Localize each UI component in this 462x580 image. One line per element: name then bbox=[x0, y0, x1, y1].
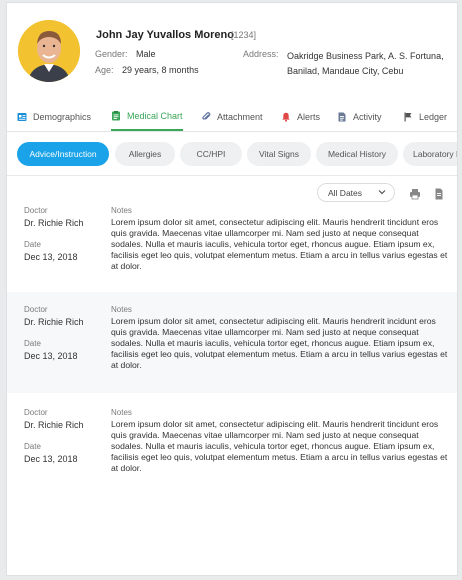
doctor-label: Doctor bbox=[24, 408, 48, 417]
address-label: Address: bbox=[243, 49, 279, 59]
pill-laboratory[interactable]: Laboratory R bbox=[403, 142, 457, 166]
patient-chart-panel: John Jay Yuvallos Moreno [1234] Gender: … bbox=[6, 2, 458, 576]
date-label: Date bbox=[24, 442, 41, 451]
pill-advice-instruction[interactable]: Advice/Instruction bbox=[17, 142, 109, 166]
tab-attachment[interactable]: Attachment bbox=[201, 102, 263, 131]
export-document-icon[interactable] bbox=[433, 187, 445, 200]
gender-field: Gender: Male bbox=[95, 49, 156, 59]
notes-label: Notes bbox=[111, 206, 132, 215]
doctor-name: Dr. Richie Rich bbox=[24, 218, 84, 228]
doctor-name: Dr. Richie Rich bbox=[24, 317, 84, 327]
record-date: Dec 13, 2018 bbox=[24, 454, 78, 464]
chevron-down-icon bbox=[378, 188, 386, 196]
tab-activity-label: Activity bbox=[353, 111, 382, 122]
notes-label: Notes bbox=[111, 408, 132, 417]
notes-text: Lorem ipsum dolor sit amet, consectetur … bbox=[111, 316, 448, 370]
tab-attachment-label: Attachment bbox=[217, 111, 263, 122]
doctor-label: Doctor bbox=[24, 206, 48, 215]
tab-alerts[interactable]: Alerts bbox=[281, 102, 320, 131]
notes-text: Lorem ipsum dolor sit amet, consectetur … bbox=[111, 217, 448, 271]
id-card-icon bbox=[17, 112, 27, 122]
pill-vital-signs[interactable]: Vital Signs bbox=[247, 142, 311, 166]
gender-label: Gender: bbox=[95, 49, 128, 59]
pill-allergies[interactable]: Allergies bbox=[115, 142, 175, 166]
date-filter-select[interactable]: All Dates bbox=[317, 183, 395, 202]
paperclip-icon bbox=[201, 111, 211, 122]
patient-id: [1234] bbox=[231, 30, 257, 40]
pill-medical-history[interactable]: Medical History bbox=[316, 142, 398, 166]
chart-tabs: Demographics Medical Chart Attachment Al… bbox=[7, 102, 457, 132]
age-label: Age: bbox=[95, 65, 114, 75]
note-record: Doctor Dr. Richie Rich Date Dec 13, 2018… bbox=[7, 395, 457, 495]
flag-icon bbox=[403, 112, 413, 122]
divider bbox=[7, 175, 457, 176]
age-value: 29 years, 8 months bbox=[122, 65, 199, 75]
tab-activity[interactable]: Activity bbox=[337, 102, 382, 131]
date-label: Date bbox=[24, 339, 41, 348]
tab-demographics[interactable]: Demographics bbox=[17, 102, 91, 131]
notes-label: Notes bbox=[111, 305, 132, 314]
address-value: Oakridge Business Park, A. S. Fortuna, B… bbox=[287, 51, 444, 76]
clipboard-icon bbox=[111, 110, 121, 121]
tab-alerts-label: Alerts bbox=[297, 111, 321, 122]
doctor-label: Doctor bbox=[24, 305, 48, 314]
tab-medical-chart-label: Medical Chart bbox=[127, 110, 183, 121]
date-label: Date bbox=[24, 240, 41, 249]
note-record: Doctor Dr. Richie Rich Date Dec 13, 2018… bbox=[7, 202, 457, 290]
record-date: Dec 13, 2018 bbox=[24, 252, 78, 262]
note-record: Doctor Dr. Richie Rich Date Dec 13, 2018… bbox=[7, 292, 457, 393]
print-icon[interactable] bbox=[409, 187, 421, 200]
patient-name: John Jay Yuvallos Moreno bbox=[96, 29, 234, 41]
patient-header: John Jay Yuvallos Moreno [1234] Gender: … bbox=[7, 3, 457, 95]
avatar bbox=[18, 20, 80, 82]
pill-cc-hpi[interactable]: CC/HPI bbox=[180, 142, 242, 166]
record-date: Dec 13, 2018 bbox=[24, 351, 78, 361]
tab-ledger[interactable]: Ledger bbox=[403, 102, 447, 131]
gender-value: Male bbox=[136, 49, 156, 59]
age-field: Age: 29 years, 8 months bbox=[95, 65, 199, 75]
tab-medical-chart[interactable]: Medical Chart bbox=[111, 102, 183, 131]
document-icon bbox=[337, 112, 347, 122]
tab-ledger-label: Ledger bbox=[419, 111, 448, 122]
bell-icon bbox=[281, 112, 291, 122]
tab-demographics-label: Demographics bbox=[33, 111, 92, 122]
notes-text: Lorem ipsum dolor sit amet, consectetur … bbox=[111, 419, 448, 473]
category-pills: Advice/Instruction Allergies CC/HPI Vita… bbox=[7, 142, 457, 168]
doctor-name: Dr. Richie Rich bbox=[24, 420, 84, 430]
date-filter-value: All Dates bbox=[328, 187, 363, 198]
